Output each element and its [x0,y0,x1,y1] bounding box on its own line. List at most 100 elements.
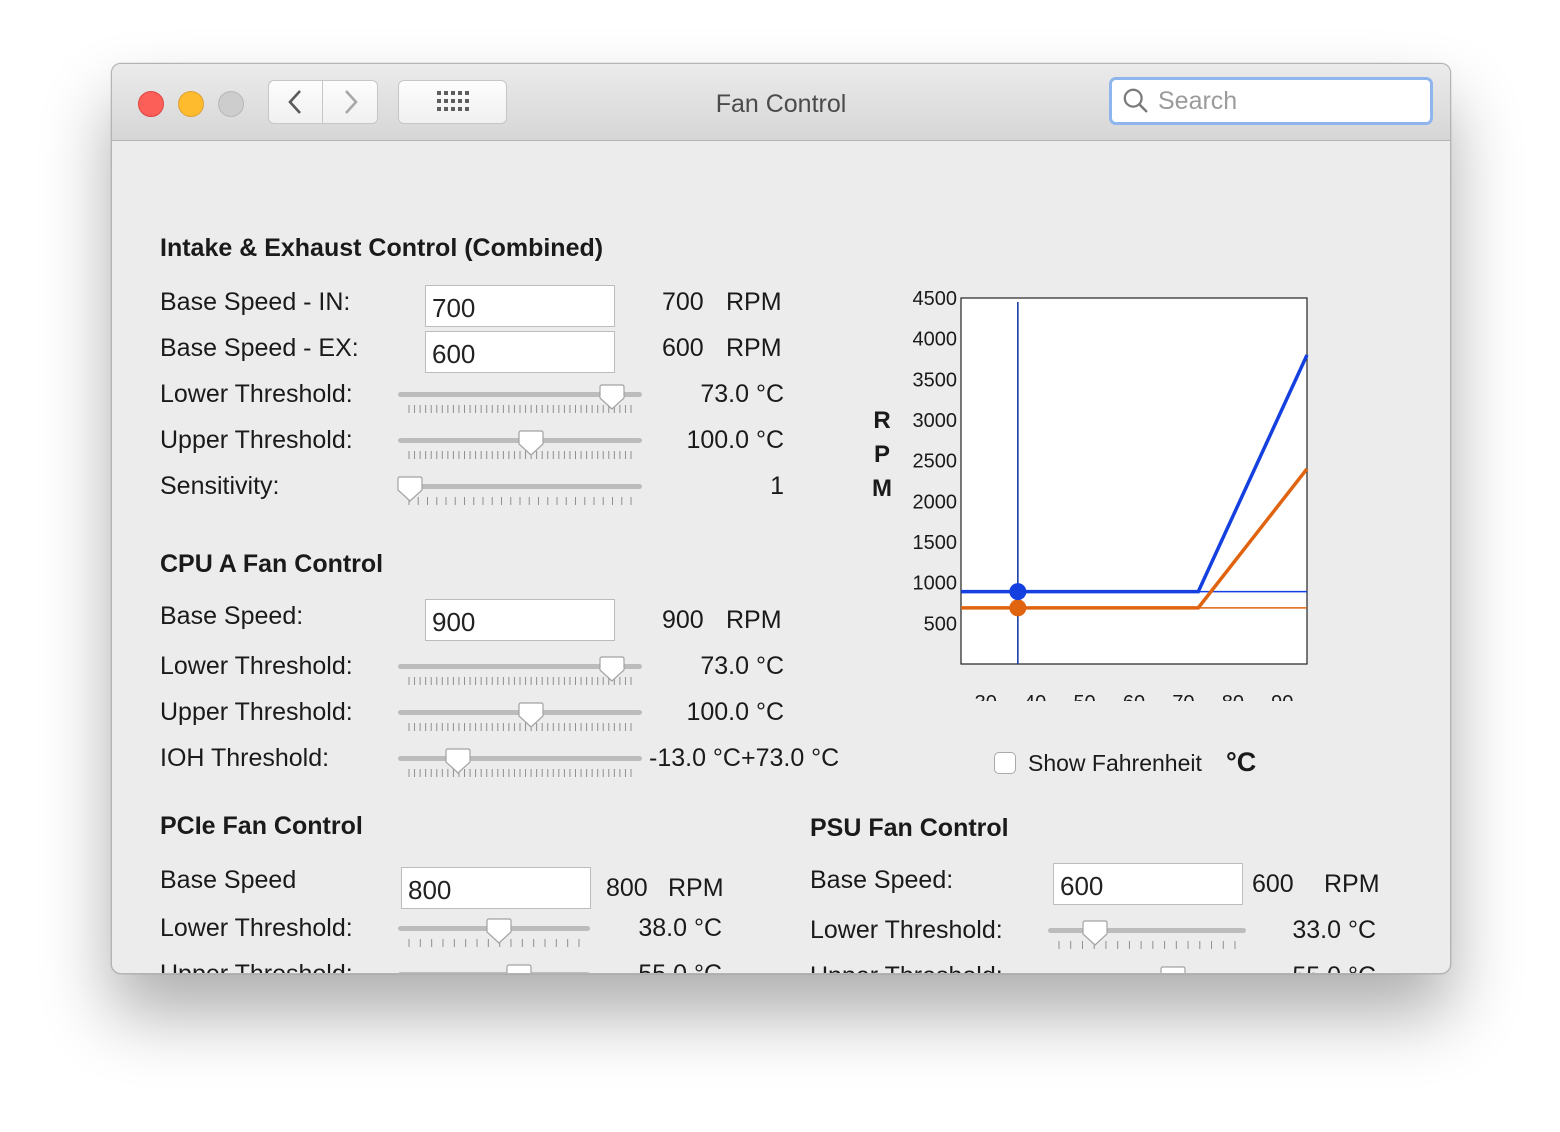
psu-base-speed-unit: RPM [1324,870,1380,898]
psu-lower-threshold-value: 33.0 °C [1292,916,1376,944]
pcie-upper-threshold-label: Upper Threshold: [160,960,353,974]
x-tick-label: 90 [1271,692,1293,701]
slider-thumb[interactable] [599,655,625,683]
pcie-base-speed-label: Base Speed [160,866,297,894]
combined-upper-threshold-label: Upper Threshold: [160,426,353,454]
pcie-section-title: PCIe Fan Control [160,812,363,840]
current-speed-marker [1009,583,1027,601]
y-tick-label: 2500 [913,451,958,473]
x-tick-label: 80 [1222,692,1244,701]
psu-base-speed-value: 600 [1252,870,1294,898]
slider-thumb[interactable] [397,475,423,503]
slider-thumb[interactable] [599,383,625,411]
pcie-upper-threshold-value: 55.0 °C [638,960,722,974]
y-axis-label-letter: P [874,441,890,468]
slider-ticks [408,497,632,505]
pcie-base-speed-value: 800 [606,874,648,902]
x-tick-label: 70 [1172,692,1194,701]
pcie-lower-threshold-value: 38.0 °C [638,914,722,942]
ioh-threshold-value: -13.0 °C+73.0 °C [649,744,840,772]
content-area: Intake & Exhaust Control (Combined) Base… [112,141,1450,973]
combined-lower-threshold-value: 73.0 °C [700,380,784,408]
temperature-unit-label: °C [1226,747,1257,777]
base-speed-in-label: Base Speed - IN: [160,288,351,316]
slider-thumb[interactable] [518,429,544,457]
slider-ticks [408,677,632,685]
current-speed-marker [1009,599,1027,617]
cpu-upper-threshold-label: Upper Threshold: [160,698,353,726]
show-fahrenheit-label: Show Fahrenheit [1028,750,1202,776]
combined-lower-threshold-slider[interactable] [398,383,642,415]
cpu-base-speed-label: Base Speed: [160,602,304,630]
combined-upper-threshold-value: 100.0 °C [686,426,784,454]
y-tick-label: 4000 [913,329,958,351]
fan-control-window: Fan Control Intake & Exhaust Control (Co… [111,63,1451,974]
slider-ticks [408,405,632,413]
slider-thumb[interactable] [518,701,544,729]
y-tick-label: 3500 [913,369,958,391]
base-speed-ex-unit: RPM [726,334,782,362]
base-speed-ex-label: Base Speed - EX: [160,334,359,362]
pcie-base-speed-unit: RPM [668,874,724,902]
ioh-threshold-label: IOH Threshold: [160,744,330,772]
search-box[interactable] [1109,77,1433,125]
base-speed-ex-value: 600 [662,334,704,362]
psu-base-speed-input[interactable] [1053,863,1243,905]
pcie-upper-threshold-slider[interactable] [398,963,590,974]
search-input[interactable] [1156,85,1430,117]
combined-upper-threshold-slider[interactable] [398,429,642,461]
psu-lower-threshold-label: Lower Threshold: [810,916,1003,944]
combined-section-title: Intake & Exhaust Control (Combined) [160,234,604,262]
psu-section-title: PSU Fan Control [810,814,1009,842]
cpu-section-title: CPU A Fan Control [160,550,384,578]
y-tick-label: 1500 [913,532,958,554]
x-tick-label: 50 [1073,692,1095,701]
cpu-upper-threshold-slider[interactable] [398,701,642,733]
y-tick-label: 3000 [913,410,958,432]
cpu-lower-threshold-slider[interactable] [398,655,642,687]
slider-track [1048,928,1246,933]
y-axis-label-letter: R [873,407,890,434]
base-speed-in-input[interactable] [425,285,615,327]
y-tick-label: 2000 [913,491,958,513]
x-tick-label: 30 [975,692,997,701]
slider-thumb[interactable] [1082,919,1108,947]
slider-thumb[interactable] [1160,965,1186,974]
y-tick-label: 500 [924,613,957,635]
combined-lower-threshold-label: Lower Threshold: [160,380,353,408]
cpu-upper-threshold-value: 100.0 °C [686,698,784,726]
cpu-base-speed-input[interactable] [425,599,615,641]
base-speed-in-unit: RPM [726,288,782,316]
base-speed-ex-input[interactable] [425,331,615,373]
pcie-lower-threshold-slider[interactable] [398,917,590,949]
fan-curve-chart: 500 1000 1500 2000 2500 3000 3500 4000 4500 30 40 5… [872,288,1309,701]
psu-upper-threshold-label: Upper Threshold: [810,962,1003,973]
slider-track [398,484,642,489]
slider-track [398,972,590,973]
psu-upper-threshold-value: 55.0 °C [1252,962,1376,973]
base-speed-in-value: 700 [662,288,704,316]
title-bar: Fan Control [112,64,1450,141]
sensitivity-slider[interactable] [397,475,642,507]
ioh-threshold-slider[interactable] [398,747,642,779]
show-fahrenheit-checkbox[interactable] [994,752,1016,774]
cpu-base-speed-value: 900 [662,606,704,634]
pcie-base-speed-input[interactable] [401,867,591,909]
slider-thumb[interactable] [445,747,471,775]
psu-base-speed-label: Base Speed: [810,866,954,894]
slider-thumb[interactable] [486,917,512,945]
slider-thumb[interactable] [506,963,532,974]
x-tick-label: 60 [1123,692,1145,701]
y-tick-label: 1000 [913,573,958,595]
psu-lower-threshold-slider[interactable] [1048,919,1246,951]
cpu-lower-threshold-label: Lower Threshold: [160,652,353,680]
y-axis-label-letter: M [872,475,892,502]
pcie-lower-threshold-label: Lower Threshold: [160,914,353,942]
cpu-lower-threshold-value: 73.0 °C [700,652,784,680]
psu-upper-threshold-slider[interactable] [1048,965,1246,974]
sensitivity-value: 1 [770,472,784,500]
y-tick-label: 4500 [913,288,958,310]
sensitivity-label: Sensitivity: [160,472,280,500]
cpu-base-speed-unit: RPM [726,606,782,634]
search-icon [1123,88,1148,113]
